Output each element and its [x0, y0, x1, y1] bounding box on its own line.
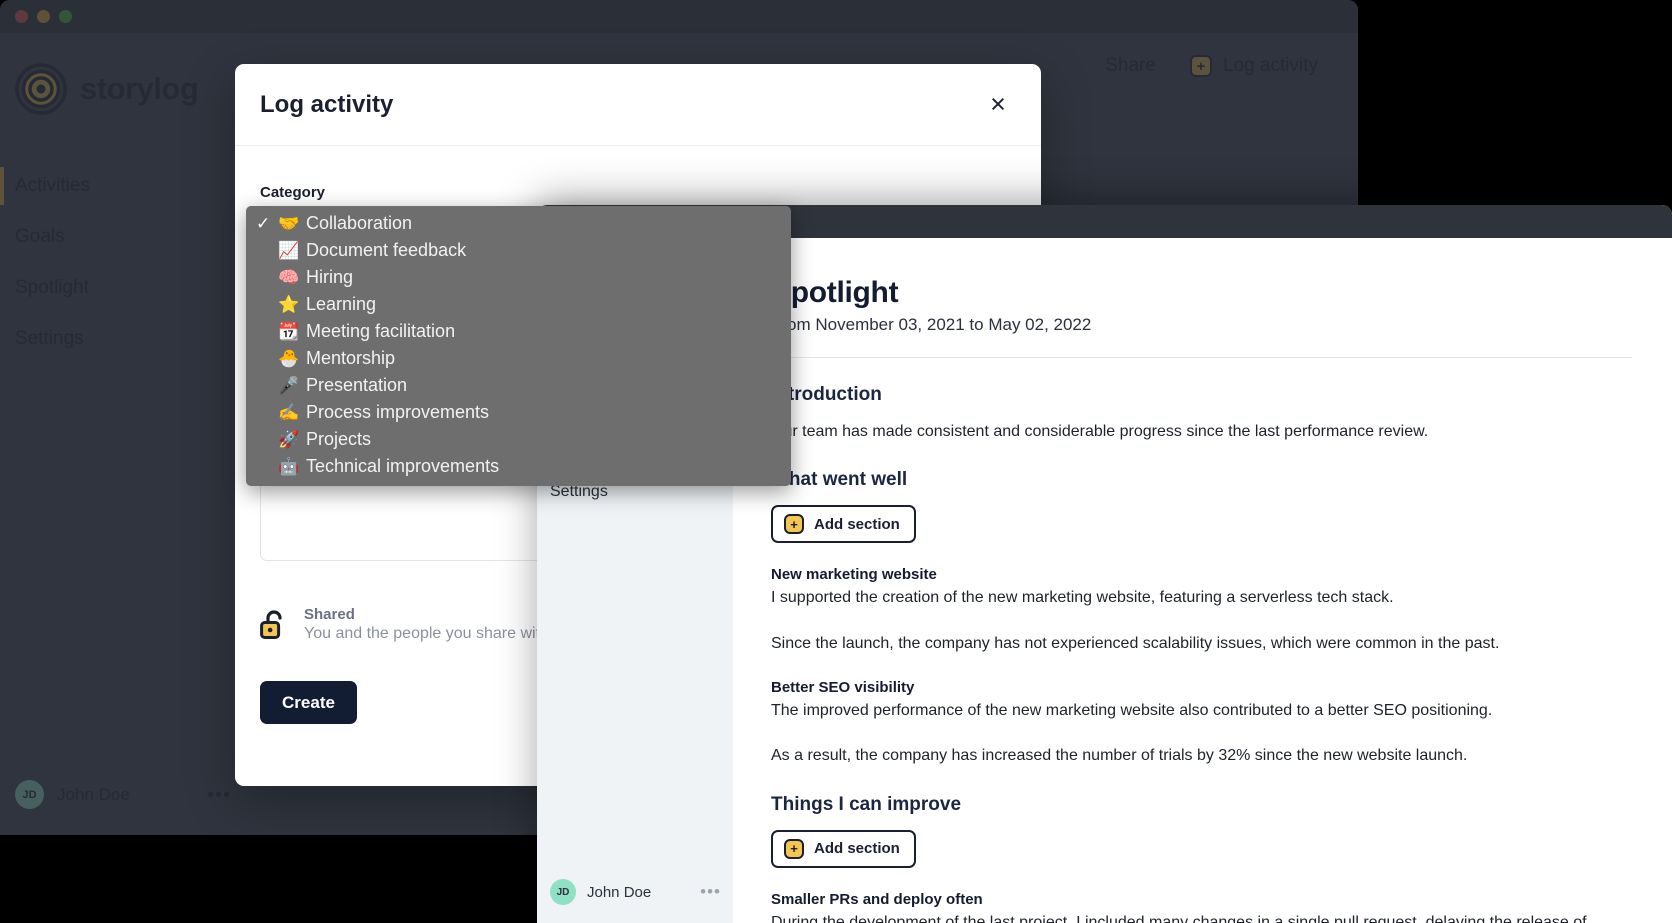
- shared-title: Shared: [304, 606, 561, 623]
- dropdown-option-hiring[interactable]: 🧠 Hiring: [246, 264, 791, 291]
- add-section-label: Add section: [814, 840, 900, 857]
- subsection-paragraph: The improved performance of the new mark…: [771, 699, 1632, 723]
- section-heading-introduction: Introduction: [771, 384, 1632, 406]
- subsection-paragraph: During the development of the last proje…: [771, 911, 1632, 923]
- section-heading-things-i-can-improve: Things I can improve: [771, 794, 1632, 816]
- dropdown-option-learning[interactable]: ⭐ Learning: [246, 291, 791, 318]
- unlocked-padlock-icon: [260, 609, 287, 641]
- checkmark-icon: ✓: [256, 214, 278, 234]
- user-name: John Doe: [587, 884, 689, 901]
- category-label: Category: [260, 184, 1016, 201]
- screen: storylog Activities Goals Spotlight Sett…: [0, 0, 1672, 923]
- introduction-paragraph: Our team has made consistent and conside…: [771, 420, 1632, 443]
- rocket-icon: 🚀: [278, 430, 306, 450]
- page-title: Spotlight: [771, 276, 1632, 310]
- shared-subtitle: You and the people you share with c: [304, 625, 561, 643]
- calendar-icon: 📆: [278, 322, 306, 342]
- dropdown-option-presentation[interactable]: 🎤 Presentation: [246, 372, 791, 399]
- modal-header: Log activity ×: [235, 64, 1041, 146]
- more-options-icon[interactable]: •••: [700, 888, 721, 896]
- category-dropdown-menu[interactable]: ✓ 🤝 Collaboration 📈 Document feedback 🧠 …: [246, 206, 791, 486]
- dropdown-option-mentorship[interactable]: 🐣 Mentorship: [246, 345, 791, 372]
- plus-icon: +: [784, 514, 804, 534]
- handshake-icon: 🤝: [278, 214, 306, 234]
- subsection-heading: New marketing website: [771, 566, 1632, 583]
- robot-icon: 🤖: [278, 457, 306, 477]
- spotlight-document: Spotlight From November 03, 2021 to May …: [733, 238, 1672, 923]
- dropdown-option-document-feedback[interactable]: 📈 Document feedback: [246, 237, 791, 264]
- chart-increasing-icon: 📈: [278, 241, 306, 261]
- brain-icon: 🧠: [278, 268, 306, 288]
- add-section-button-what-went-well[interactable]: + Add section: [771, 505, 916, 543]
- avatar: JD: [550, 879, 576, 905]
- dropdown-option-technical-improvements[interactable]: 🤖 Technical improvements: [246, 453, 791, 480]
- subsection-extra-paragraph: As a result, the company has increased t…: [771, 744, 1632, 768]
- subsection-heading: Smaller PRs and deploy often: [771, 891, 1632, 908]
- add-section-label: Add section: [814, 516, 900, 533]
- dropdown-option-projects[interactable]: 🚀 Projects: [246, 426, 791, 453]
- user-profile-row[interactable]: JD John Doe •••: [550, 879, 721, 905]
- star-icon: ⭐: [278, 295, 306, 315]
- divider: [771, 357, 1632, 358]
- writing-hand-icon: ✍️: [278, 403, 306, 423]
- create-button[interactable]: Create: [260, 681, 357, 724]
- subsection-extra-paragraph: Since the launch, the company has not ex…: [771, 632, 1632, 656]
- close-icon[interactable]: ×: [983, 90, 1013, 120]
- add-section-button-things-i-can-improve[interactable]: + Add section: [771, 830, 916, 868]
- shared-texts: Shared You and the people you share with…: [304, 606, 561, 643]
- plus-icon: +: [784, 839, 804, 859]
- dropdown-option-collaboration[interactable]: ✓ 🤝 Collaboration: [246, 210, 791, 237]
- date-range: From November 03, 2021 to May 02, 2022: [771, 315, 1632, 335]
- dropdown-option-meeting-facilitation[interactable]: 📆 Meeting facilitation: [246, 318, 791, 345]
- modal-title: Log activity: [260, 91, 983, 119]
- subsection-heading: Better SEO visibility: [771, 679, 1632, 696]
- subsection-paragraph: I supported the creation of the new mark…: [771, 586, 1632, 610]
- section-heading-what-went-well: What went well: [771, 469, 1632, 491]
- dropdown-option-process-improvements[interactable]: ✍️ Process improvements: [246, 399, 791, 426]
- hatching-chick-icon: 🐣: [278, 349, 306, 369]
- microphone-icon: 🎤: [278, 376, 306, 396]
